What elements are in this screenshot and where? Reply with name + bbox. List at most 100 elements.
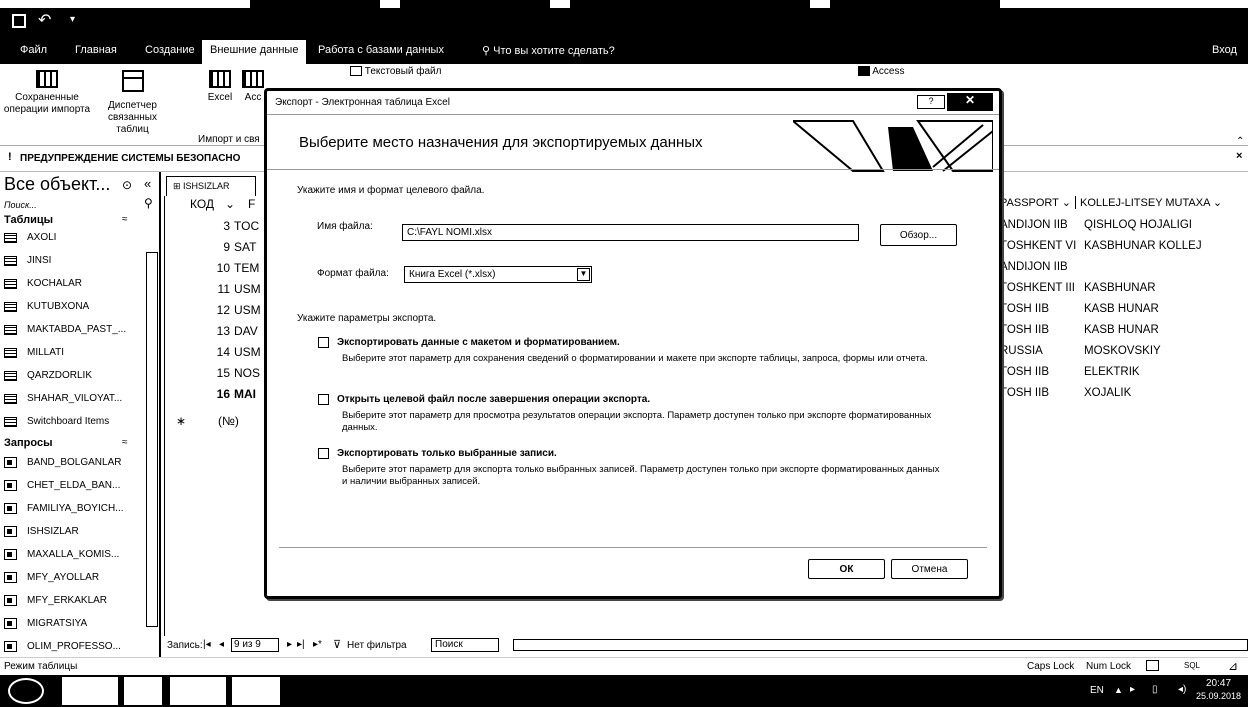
- nav-query-item[interactable]: MIGRATSIYA: [4, 618, 87, 629]
- cell-passport[interactable]: TOSH IIB: [1000, 387, 1076, 399]
- cell-kod[interactable]: 16: [200, 387, 230, 401]
- cell-passport[interactable]: TOSH IIB: [1000, 324, 1076, 336]
- nav-query-item[interactable]: FAMILIYA_BOYICH...: [4, 503, 124, 514]
- tab-database-tools[interactable]: Работа с базами данных: [318, 44, 444, 56]
- cell-kollej[interactable]: XOJALIK: [1084, 387, 1131, 399]
- close-icon[interactable]: ×: [1236, 150, 1242, 162]
- nav-query-item[interactable]: MAXALLA_KOMIS...: [4, 549, 119, 560]
- cell-passport[interactable]: TOSH IIB: [1000, 366, 1076, 378]
- column-header-f[interactable]: F: [248, 197, 255, 211]
- collapse-section-icon[interactable]: ≈: [122, 214, 128, 225]
- column-sort-icon[interactable]: ⌄: [225, 197, 235, 211]
- tab-external-data[interactable]: Внешние данные: [202, 40, 307, 64]
- cell-kollej[interactable]: KASB HUNAR: [1084, 303, 1159, 315]
- selected-records-label[interactable]: Экспортировать только выбранные записи.: [337, 448, 557, 459]
- nav-table-item[interactable]: KOCHALAR: [4, 278, 82, 289]
- cell-f[interactable]: SAT: [234, 240, 256, 254]
- design-view-icon[interactable]: ⊿: [1228, 659, 1238, 673]
- cell-passport[interactable]: TOSHKENT VI: [1000, 240, 1076, 252]
- tray-arrow-icon[interactable]: ▲: [1114, 685, 1123, 695]
- next-record-icon[interactable]: ▸: [287, 639, 292, 650]
- nav-table-item[interactable]: JINSI: [4, 255, 51, 266]
- tab-create[interactable]: Создание: [145, 44, 195, 56]
- app-icon-access[interactable]: [124, 677, 162, 705]
- nav-query-item[interactable]: OLIM_PROFESSO...: [4, 641, 121, 652]
- app-icon-visualstudio[interactable]: [62, 677, 118, 705]
- access-import-button[interactable]: Acc: [240, 70, 266, 104]
- selected-records-checkbox[interactable]: [318, 448, 329, 459]
- cell-kollej[interactable]: KASB HUNAR: [1084, 324, 1159, 336]
- nav-query-item[interactable]: ISHSIZLAR: [4, 526, 79, 537]
- cell-kollej[interactable]: KASBHUNAR: [1084, 282, 1156, 294]
- network-icon[interactable]: ▸: [1130, 684, 1135, 695]
- cell-f[interactable]: DAV: [234, 324, 258, 338]
- linked-table-manager-button[interactable]: Диспетчер связанных таблиц: [95, 70, 170, 136]
- cell-kollej[interactable]: ELEKTRIK: [1084, 366, 1140, 378]
- column-header-passport[interactable]: PASSPORT ⌄: [1000, 196, 1071, 209]
- export-access-button[interactable]: Access: [858, 66, 904, 78]
- datasheet-view-icon[interactable]: [1146, 660, 1159, 671]
- tab-home[interactable]: Главная: [75, 44, 117, 56]
- cell-kollej[interactable]: KASBHUNAR KOLLEJ: [1084, 240, 1202, 252]
- cell-kod[interactable]: 15: [200, 366, 230, 380]
- customize-icon[interactable]: ▾: [70, 14, 75, 25]
- undo-icon[interactable]: ↶: [38, 10, 51, 30]
- cell-passport[interactable]: RUSSIA: [1000, 345, 1076, 357]
- cell-f[interactable]: USM: [234, 282, 261, 296]
- start-button-icon[interactable]: [8, 678, 44, 704]
- queries-header[interactable]: Запросы: [4, 437, 52, 449]
- cell-f[interactable]: TEM: [234, 261, 259, 275]
- nav-scrollbar[interactable]: [146, 252, 158, 627]
- cell-kod[interactable]: 12: [200, 303, 230, 317]
- filter-status[interactable]: Нет фильтра: [347, 640, 407, 651]
- help-button[interactable]: ?: [917, 95, 945, 109]
- document-tab[interactable]: ⊞ ISHSIZLAR: [166, 176, 256, 196]
- cell-kod[interactable]: 13: [200, 324, 230, 338]
- search-icon[interactable]: ⚲: [144, 196, 153, 210]
- sql-view-icon[interactable]: SQL: [1184, 661, 1200, 670]
- nav-title[interactable]: Все объект...: [4, 174, 110, 195]
- collapse-section-icon[interactable]: ≈: [122, 437, 128, 448]
- cell-passport[interactable]: ANDIJON IIB: [1000, 261, 1076, 273]
- ok-button[interactable]: ОК: [808, 559, 885, 579]
- tables-header[interactable]: Таблицы: [4, 214, 53, 226]
- cell-f[interactable]: TOC: [234, 219, 259, 233]
- cell-kod[interactable]: 3: [200, 219, 230, 233]
- nav-dropdown-icon[interactable]: ⊙: [122, 178, 132, 192]
- cell-passport[interactable]: TOSHKENT III: [1000, 282, 1076, 294]
- nav-query-item[interactable]: MFY_ERKAKLAR: [4, 595, 107, 606]
- column-header-kollej[interactable]: KOLLEJ-LITSEY MUTAXA ⌄: [1075, 196, 1222, 209]
- nav-table-item[interactable]: AXOLI: [4, 232, 56, 243]
- open-after-export-label[interactable]: Открыть целевой файл после завершения оп…: [337, 394, 650, 405]
- cell-passport[interactable]: TOSH IIB: [1000, 303, 1076, 315]
- cell-f[interactable]: USM: [234, 303, 261, 317]
- layout-format-label[interactable]: Экспортировать данные с макетом и формат…: [337, 337, 620, 348]
- new-record-icon[interactable]: ▸*: [313, 639, 322, 650]
- prev-record-icon[interactable]: ◂: [219, 639, 224, 650]
- format-select[interactable]: Книга Excel (*.xlsx) ▼: [404, 266, 592, 283]
- open-after-export-checkbox[interactable]: [318, 394, 329, 405]
- saved-imports-button[interactable]: Сохраненные операции импорта: [2, 70, 92, 116]
- tab-file[interactable]: Файл: [20, 44, 47, 56]
- column-header-kod[interactable]: КОД: [190, 197, 214, 211]
- cancel-button[interactable]: Отмена: [891, 559, 968, 579]
- first-record-icon[interactable]: |◂: [203, 639, 211, 650]
- volume-icon[interactable]: ◂): [1178, 684, 1186, 695]
- clock-date[interactable]: 25.09.2018: [1196, 691, 1241, 701]
- cell-f[interactable]: NOS: [234, 366, 260, 380]
- nav-table-item[interactable]: MILLATI: [4, 347, 64, 358]
- nav-collapse-icon[interactable]: «: [144, 176, 151, 191]
- language-indicator[interactable]: EN: [1090, 685, 1104, 696]
- save-icon[interactable]: [12, 14, 26, 28]
- cell-f[interactable]: MAI: [234, 387, 256, 401]
- cell-kollej[interactable]: MOSKOVSKIY: [1084, 345, 1161, 357]
- app-icon-explorer[interactable]: [170, 677, 226, 705]
- filter-icon[interactable]: ⊽: [333, 638, 341, 651]
- tell-me-search[interactable]: ⚲ Что вы хотите сделать?: [482, 44, 615, 57]
- cell-kod[interactable]: 11: [200, 282, 230, 296]
- excel-import-button[interactable]: Excel: [200, 70, 240, 104]
- cell-passport[interactable]: ANDIJON IIB: [1000, 219, 1076, 231]
- nav-table-item[interactable]: QARZDORLIK: [4, 370, 92, 381]
- layout-format-checkbox[interactable]: [318, 337, 329, 348]
- nav-query-item[interactable]: CHET_ELDA_BAN...: [4, 480, 120, 491]
